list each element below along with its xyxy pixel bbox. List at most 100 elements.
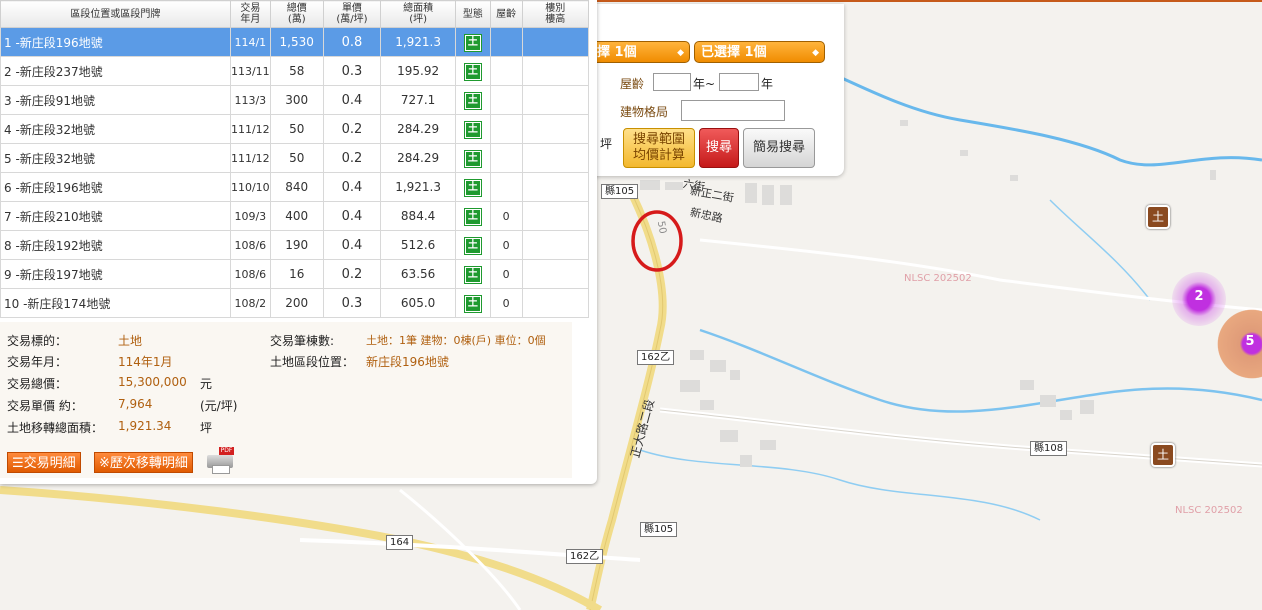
cell-area: 63.56 — [380, 259, 456, 289]
col-address[interactable]: 區段位置或區段門牌 — [0, 0, 231, 28]
table-row[interactable]: 7 -新庄段210地號 109/3 400 0.4 884.4 土 0 — [0, 201, 590, 231]
cell-floor — [521, 259, 590, 289]
land-type-icon: 土 — [463, 62, 482, 81]
col-unit-price[interactable]: 單價 (萬/坪) — [322, 0, 382, 28]
layout-input[interactable] — [681, 100, 785, 121]
cell-total-price: 50 — [269, 114, 324, 144]
cell-floor — [521, 143, 590, 173]
table-row[interactable]: 10 -新庄段174地號 108/2 200 0.3 605.0 土 0 — [0, 288, 590, 318]
cell-address: 8 -新庄段192地號 — [0, 230, 231, 260]
cell-type: 土 — [454, 201, 491, 231]
cell-type: 土 — [454, 56, 491, 86]
cell-address: 6 -新庄段196地號 — [0, 172, 231, 202]
detail-area-unit: 坪 — [200, 421, 213, 435]
detail-area-label: 土地移轉總面積： — [7, 421, 104, 435]
age-to-input[interactable] — [719, 73, 759, 91]
highlight-circle — [631, 210, 683, 272]
cell-total-price: 190 — [269, 230, 324, 260]
transaction-details: 交易標的： 土地 交易年月： 114年1月 交易總價： 15,300,000 元… — [0, 322, 572, 478]
cluster-count-small: 2 — [1194, 289, 1204, 304]
select-arrow-icon: ◆ — [677, 48, 684, 58]
cell-year-month: 113/3 — [229, 85, 271, 115]
cell-address: 10 -新庄段174地號 — [0, 288, 231, 318]
table-row[interactable]: 1 -新庄段196地號 114/1 1,530 0.8 1,921.3 土 — [0, 27, 590, 57]
road-badge-105-bot: 縣105 — [640, 522, 678, 537]
col-type[interactable]: 型態 — [454, 0, 491, 28]
table-row[interactable]: 8 -新庄段192地號 108/6 190 0.4 512.6 土 0 — [0, 230, 590, 260]
cell-total-price: 16 — [269, 259, 324, 289]
col-age[interactable]: 屋齡 — [489, 0, 523, 28]
cell-area: 284.29 — [380, 114, 456, 144]
cell-type: 土 — [454, 259, 491, 289]
land-marker-icon[interactable]: 土 — [1151, 443, 1175, 467]
detail-ym-label: 交易年月： — [7, 355, 68, 369]
table-row[interactable]: 6 -新庄段196地號 110/10 840 0.4 1,921.3 土 — [0, 172, 590, 202]
detail-ym-value: 114年1月 — [118, 355, 173, 369]
cell-total-price: 50 — [269, 143, 324, 173]
cell-year-month: 108/2 — [229, 288, 271, 318]
transaction-detail-button[interactable]: ☰交易明細 — [7, 452, 81, 473]
land-type-icon: 土 — [463, 236, 482, 255]
detail-target-value: 土地 — [118, 334, 143, 348]
cell-unit-price: 0.4 — [322, 230, 382, 260]
cell-type: 土 — [454, 143, 491, 173]
cell-area: 195.92 — [380, 56, 456, 86]
land-marker-icon[interactable]: 土 — [1146, 205, 1170, 229]
col-total-price[interactable]: 總價 (萬) — [269, 0, 324, 28]
cell-address: 4 -新庄段32地號 — [0, 114, 231, 144]
printer-paper — [212, 465, 230, 474]
select-category-2[interactable]: 已選擇 1個 ◆ — [694, 41, 825, 63]
cell-area: 884.4 — [380, 201, 456, 231]
cell-age: 0 — [489, 288, 523, 318]
pdf-badge: PDF — [219, 447, 234, 455]
history-transfer-button[interactable]: ※歷次移轉明細 — [94, 452, 193, 473]
cell-area: 284.29 — [380, 143, 456, 173]
age-unit: 年 — [761, 77, 774, 91]
cell-year-month: 110/10 — [229, 172, 271, 202]
select-category-1[interactable]: 擇 1個 ◆ — [590, 41, 690, 63]
cell-total-price: 400 — [269, 201, 324, 231]
cell-year-month: 108/6 — [229, 230, 271, 260]
cell-area: 1,921.3 — [380, 172, 456, 202]
detail-total-value: 15,300,000 — [118, 375, 187, 389]
search-button[interactable]: 搜尋 — [699, 128, 739, 168]
cell-type: 土 — [454, 27, 491, 57]
table-row[interactable]: 2 -新庄段237地號 113/11 58 0.3 195.92 土 — [0, 56, 590, 86]
detail-target-label: 交易標的： — [7, 334, 68, 348]
range-average-button[interactable]: 搜尋範圍 均價計算 — [623, 128, 695, 168]
cell-address: 9 -新庄段197地號 — [0, 259, 231, 289]
table-row[interactable]: 3 -新庄段91地號 113/3 300 0.4 727.1 土 — [0, 85, 590, 115]
map-watermark-1: NLSC 202502 — [904, 273, 972, 284]
land-type-icon: 土 — [463, 265, 482, 284]
cell-type: 土 — [454, 85, 491, 115]
cell-floor — [521, 56, 590, 86]
cell-floor — [521, 114, 590, 144]
pdf-print-icon[interactable]: PDF — [207, 447, 235, 474]
cell-floor — [521, 27, 590, 57]
col-area[interactable]: 總面積 (坪) — [380, 0, 456, 28]
land-type-icon: 土 — [463, 33, 482, 52]
cell-address: 7 -新庄段210地號 — [0, 201, 231, 231]
age-from-input[interactable] — [653, 73, 691, 91]
land-type-icon: 土 — [463, 178, 482, 197]
age-sep: 年~ — [693, 77, 716, 91]
table-row[interactable]: 4 -新庄段32地號 111/12 50 0.2 284.29 土 — [0, 114, 590, 144]
cell-age — [489, 143, 523, 173]
cell-year-month: 111/12 — [229, 114, 271, 144]
cell-unit-price: 0.4 — [322, 172, 382, 202]
road-badge-162-bot: 162乙 — [566, 549, 604, 564]
cell-unit-price: 0.2 — [322, 143, 382, 173]
table-row[interactable]: 5 -新庄段32地號 111/12 50 0.2 284.29 土 — [0, 143, 590, 173]
transaction-table: 區段位置或區段門牌 交易 年月 總價 (萬) 單價 (萬/坪) 總面積 (坪) … — [0, 0, 590, 318]
land-type-icon: 土 — [463, 91, 482, 110]
cell-year-month: 108/6 — [229, 259, 271, 289]
cell-unit-price: 0.3 — [322, 288, 382, 318]
road-badge-105-top: 縣105 — [601, 184, 639, 199]
easy-search-button[interactable]: 簡易搜尋 — [743, 128, 815, 168]
road-badge-162-mid: 162乙 — [637, 350, 675, 365]
col-floor[interactable]: 樓別 樓高 — [521, 0, 590, 28]
col-year-month[interactable]: 交易 年月 — [229, 0, 271, 28]
cell-type: 土 — [454, 114, 491, 144]
select-2-label: 已選擇 1個 — [701, 45, 767, 60]
table-row[interactable]: 9 -新庄段197地號 108/6 16 0.2 63.56 土 0 — [0, 259, 590, 289]
